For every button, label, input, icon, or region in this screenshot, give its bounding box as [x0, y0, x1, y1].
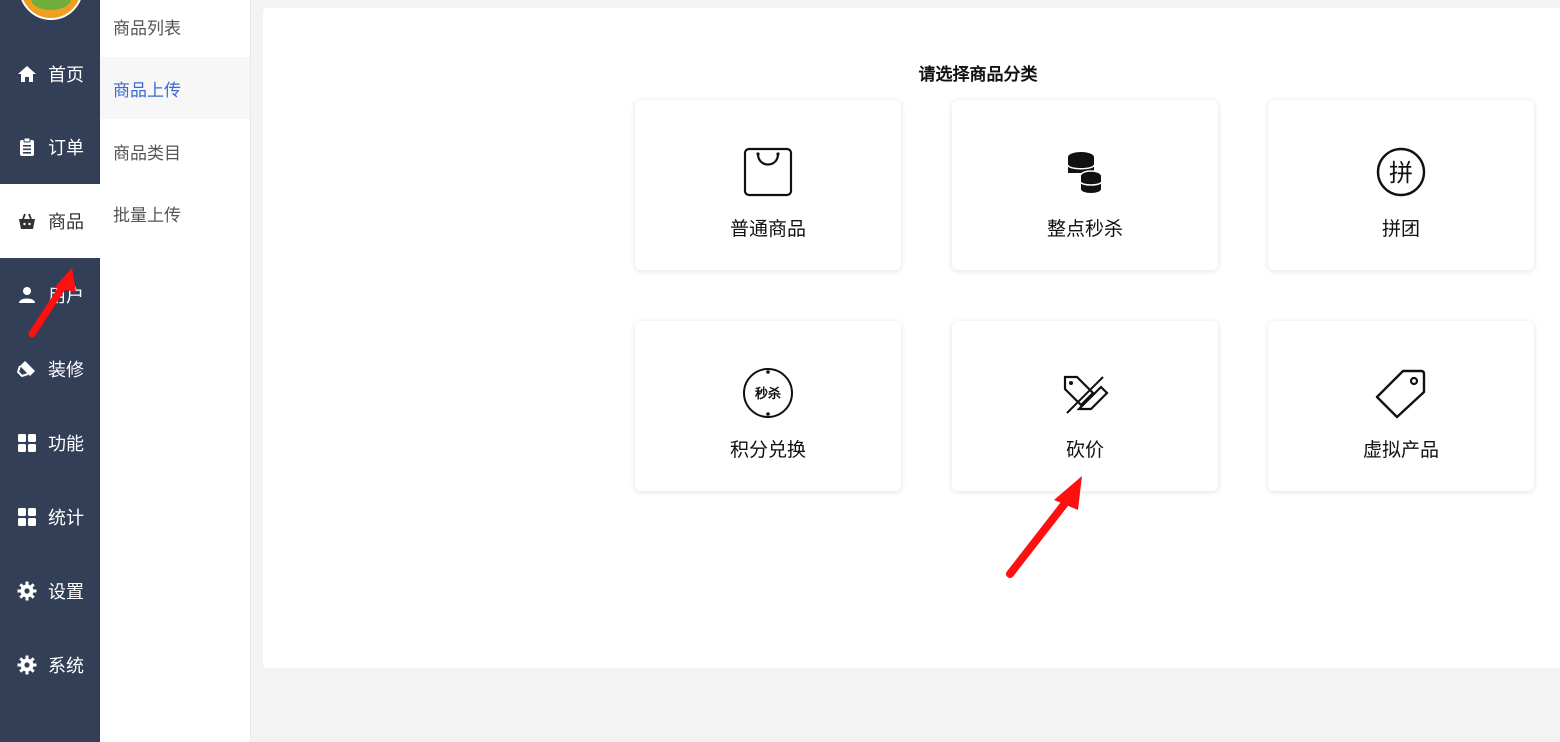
- category-card-virtual-product[interactable]: 虚拟产品: [1268, 321, 1534, 491]
- nav-item-label: 功能: [48, 434, 84, 455]
- subnav-item-label: 商品列表: [113, 18, 181, 39]
- group-buy-icon: 拼: [1373, 144, 1429, 200]
- nav-item-orders[interactable]: 订单: [0, 110, 100, 184]
- gear-icon: [16, 654, 38, 676]
- category-card-regular[interactable]: 普通商品: [635, 100, 901, 270]
- nav-item-label: 统计: [48, 508, 84, 529]
- paint-roller-icon: [16, 358, 38, 380]
- card-label: 虚拟产品: [1362, 439, 1439, 461]
- card-label: 整点秒杀: [1046, 218, 1123, 240]
- main-sidebar: 首页 订单 商品 用户 装修 功能 统计 设置 系统: [0, 0, 100, 742]
- card-label: 积分兑换: [729, 439, 806, 461]
- subnav-item-product-category[interactable]: 商品类目: [100, 120, 250, 182]
- nav-item-home[interactable]: 首页: [0, 37, 100, 111]
- category-card-points-exchange[interactable]: 秒杀 积分兑换: [635, 321, 901, 491]
- nav-item-label: 用户: [48, 286, 84, 307]
- nav-item-products[interactable]: 商品: [0, 184, 100, 258]
- home-icon: [16, 63, 38, 85]
- nav-item-label: 装修: [48, 360, 84, 381]
- store-logo[interactable]: [19, 0, 83, 20]
- content-panel: 请选择商品分类 普通商品 整点秒杀 拼 拼团 秒杀 积分兑换 砍价 虚拟产品: [263, 8, 1560, 668]
- nav-item-users[interactable]: 用户: [0, 258, 100, 332]
- grid-icon: [16, 506, 38, 528]
- subnav-item-label: 商品上传: [113, 80, 181, 101]
- price-cut-tag-icon: [1057, 365, 1113, 421]
- seckill-badge-icon: 秒杀: [740, 365, 796, 421]
- user-icon: [16, 284, 38, 306]
- group-buy-glyph: 拼: [1389, 159, 1413, 187]
- nav-item-decoration[interactable]: 装修: [0, 332, 100, 406]
- nav-item-settings[interactable]: 设置: [0, 554, 100, 628]
- tag-icon: [1373, 365, 1429, 421]
- category-card-bargain[interactable]: 砍价: [952, 321, 1218, 491]
- subnav-item-batch-upload[interactable]: 批量上传: [100, 182, 250, 244]
- gear-icon: [16, 580, 38, 602]
- subnav-item-product-upload[interactable]: 商品上传: [100, 57, 250, 119]
- grid-icon: [16, 432, 38, 454]
- nav-item-features[interactable]: 功能: [0, 406, 100, 480]
- shopping-bag-icon: [740, 144, 796, 200]
- clipboard-icon: [16, 136, 38, 158]
- nav-item-label: 首页: [48, 65, 84, 86]
- nav-item-label: 商品: [48, 212, 84, 233]
- subnav-item-label: 批量上传: [113, 205, 181, 226]
- page-title: 请选择商品分类: [918, 65, 1038, 85]
- seckill-glyph: 秒杀: [755, 386, 781, 402]
- card-label: 拼团: [1381, 218, 1420, 240]
- nav-item-statistics[interactable]: 统计: [0, 480, 100, 554]
- subnav-item-label: 商品类目: [113, 143, 181, 164]
- coins-stack-icon: [1057, 144, 1113, 200]
- category-card-group-buy[interactable]: 拼 拼团: [1268, 100, 1534, 270]
- card-label: 砍价: [1065, 439, 1104, 461]
- basket-icon: [16, 210, 38, 232]
- card-label: 普通商品: [729, 218, 806, 240]
- nav-item-label: 订单: [48, 138, 84, 159]
- nav-item-label: 系统: [48, 656, 84, 677]
- nav-item-system[interactable]: 系统: [0, 628, 100, 702]
- nav-item-label: 设置: [48, 582, 84, 603]
- subnav-item-product-list[interactable]: 商品列表: [100, 0, 250, 57]
- sub-sidebar: 商品列表 商品上传 商品类目 批量上传: [100, 0, 251, 742]
- category-card-flash-sale[interactable]: 整点秒杀: [952, 100, 1218, 270]
